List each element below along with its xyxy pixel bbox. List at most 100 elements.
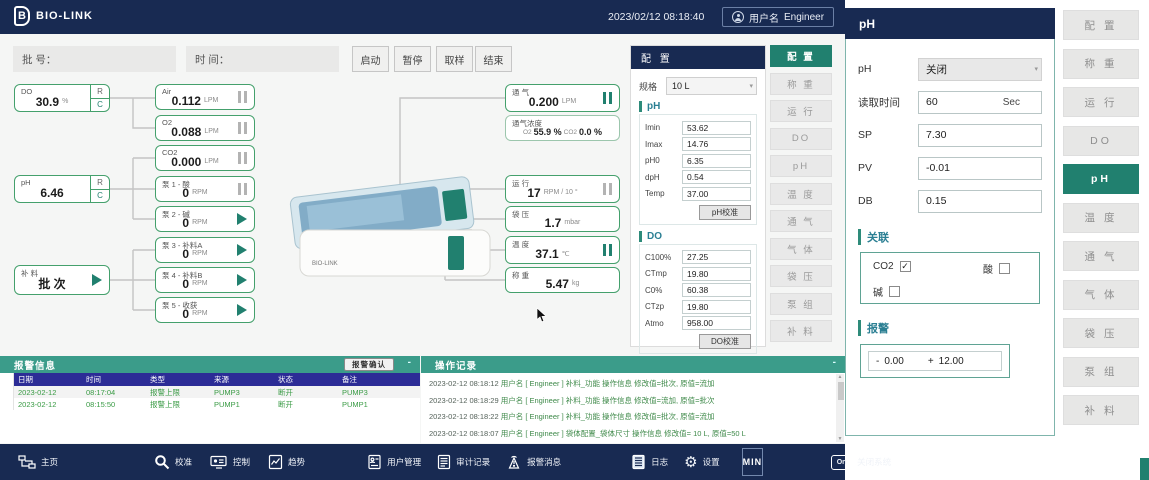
- link-base-option[interactable]: 碱: [873, 284, 900, 299]
- pv-input[interactable]: -0.01: [918, 157, 1042, 180]
- pump4-play-icon[interactable]: [237, 274, 247, 286]
- air-pause-icon[interactable]: [238, 91, 247, 103]
- right-menu-run[interactable]: 运 行: [1063, 87, 1139, 117]
- ph0-input[interactable]: 6.35: [682, 154, 751, 168]
- pump3-play-icon[interactable]: [237, 244, 247, 256]
- alarm-table-row[interactable]: 2023-02-12 08:15:50 报警上限 PUMP1 断开 PUMP1: [0, 398, 420, 410]
- right-menu-ph[interactable]: pH: [1063, 164, 1139, 194]
- time-input[interactable]: 时 间：: [186, 46, 339, 72]
- pump3-feed-a-box[interactable]: 泵 3 - 补料A 0RPM: [155, 237, 255, 263]
- taskbar-settings-button[interactable]: ⚙ 设置: [684, 455, 719, 470]
- do-control-button[interactable]: C: [91, 99, 109, 112]
- run-pause-icon[interactable]: [603, 183, 612, 195]
- co2-checkbox[interactable]: ✓: [900, 261, 911, 272]
- alarm-confirm-button[interactable]: 报警确认: [344, 358, 394, 371]
- ph-reading-box[interactable]: pH 6.46 RC: [14, 175, 110, 203]
- db-input[interactable]: 0.15: [918, 190, 1042, 213]
- alarm-limits-input[interactable]: - 0.00 + 12.00: [868, 351, 1002, 371]
- pump5-play-icon[interactable]: [237, 304, 247, 316]
- feed-play-icon[interactable]: [92, 274, 102, 286]
- link-acid-option[interactable]: 酸: [983, 261, 1010, 276]
- mid-menu-config[interactable]: 配 置: [770, 45, 832, 67]
- aeration-pause-icon[interactable]: [603, 92, 612, 104]
- pump1-pause-icon[interactable]: [238, 183, 247, 195]
- sp-input[interactable]: 7.30: [918, 124, 1042, 147]
- rocking-run-box[interactable]: 运 行 17RPM / 10 °: [505, 175, 620, 203]
- c100-input[interactable]: 27.25: [682, 250, 751, 264]
- batch-number-input[interactable]: 批 号：: [13, 46, 176, 72]
- temperature-box[interactable]: 温 度 37.1℃: [505, 236, 620, 264]
- feed-mode-box[interactable]: 补 料 批 次: [14, 265, 110, 295]
- start-button[interactable]: 启动: [352, 46, 389, 72]
- right-menu-config[interactable]: 配 置: [1063, 10, 1139, 40]
- spec-select[interactable]: 10 L ▾: [666, 77, 757, 95]
- minimize-button[interactable]: MIN: [742, 448, 764, 476]
- air-flow-box[interactable]: Air 0.112LPM: [155, 84, 255, 110]
- shutdown-button[interactable]: On 关闭系统: [831, 455, 891, 470]
- stop-button[interactable]: 结束: [475, 46, 512, 72]
- right-menu-do[interactable]: DO: [1063, 126, 1139, 156]
- base-checkbox[interactable]: [889, 286, 900, 297]
- pump5-harvest-box[interactable]: 泵 5 - 收获 0RPM: [155, 297, 255, 323]
- pump1-acid-box[interactable]: 泵 1 - 酸 0RPM: [155, 176, 255, 202]
- read-time-input[interactable]: 60 Sec: [918, 91, 1042, 114]
- pause-button[interactable]: 暂停: [394, 46, 431, 72]
- dph-input[interactable]: 0.54: [682, 170, 751, 184]
- oplog-scroll-thumb[interactable]: [838, 382, 844, 400]
- mid-menu-aeration[interactable]: 通 气: [770, 210, 832, 232]
- do-reading-box[interactable]: DO 30.9% RC: [14, 84, 110, 112]
- taskbar-audit-button[interactable]: 审计记录: [437, 454, 490, 470]
- taskbar-control-button[interactable]: 控制: [210, 454, 250, 470]
- taskbar-log-button[interactable]: 日志: [631, 454, 668, 470]
- mid-menu-temperature[interactable]: 温 度: [770, 183, 832, 205]
- right-menu-aeration[interactable]: 通 气: [1063, 241, 1139, 271]
- right-menu-feed[interactable]: 补 料: [1063, 395, 1139, 425]
- right-menu-temperature[interactable]: 温 度: [1063, 203, 1139, 233]
- atmo-input[interactable]: 958.00: [682, 316, 751, 330]
- mid-menu-gas[interactable]: 气 体: [770, 238, 832, 260]
- imax-input[interactable]: 14.76: [682, 137, 751, 151]
- taskbar-alarm-button[interactable]: 报警消息: [506, 454, 561, 470]
- ph-control-button[interactable]: C: [91, 190, 109, 203]
- bag-pressure-box[interactable]: 袋 压 1.7mbar: [505, 206, 620, 232]
- alarm-table-row[interactable]: 2023-02-12 08:17:04 报警上限 PUMP3 断开 PUMP3: [0, 386, 420, 398]
- taskbar-home-button[interactable]: 主页: [18, 454, 58, 470]
- mid-menu-ph[interactable]: pH: [770, 155, 832, 177]
- weight-box[interactable]: 称 重 5.47kg: [505, 267, 620, 293]
- right-menu-gas[interactable]: 气 体: [1063, 280, 1139, 310]
- right-menu-pumps[interactable]: 泵 组: [1063, 357, 1139, 387]
- pump2-base-box[interactable]: 泵 2 - 碱 0RPM: [155, 206, 255, 232]
- ctmp-input[interactable]: 19.80: [682, 267, 751, 281]
- do-calibrate-button[interactable]: DO校准: [699, 334, 751, 349]
- taskbar-user-mgmt-button[interactable]: 用户管理: [367, 454, 421, 470]
- right-menu-weigh[interactable]: 称 重: [1063, 49, 1139, 79]
- pump4-feed-b-box[interactable]: 泵 4 - 补料B 0RPM: [155, 267, 255, 293]
- taskbar-calibrate-button[interactable]: 校准: [154, 454, 192, 470]
- imin-input[interactable]: 53.62: [682, 121, 751, 135]
- pump2-play-icon[interactable]: [237, 213, 247, 225]
- mid-menu-feed[interactable]: 补 料: [770, 320, 832, 342]
- c0-input[interactable]: 60.38: [682, 283, 751, 297]
- co2-flow-box[interactable]: CO2 0.000LPM: [155, 145, 255, 171]
- taskbar-trend-button[interactable]: 趋势: [268, 454, 305, 470]
- co2-pause-icon[interactable]: [238, 152, 247, 164]
- mid-menu-pumps[interactable]: 泵 组: [770, 293, 832, 315]
- mid-menu-weigh[interactable]: 称 重: [770, 73, 832, 95]
- ctzp-input[interactable]: 19.80: [682, 300, 751, 314]
- link-co2-option[interactable]: CO2 ✓: [873, 261, 911, 272]
- o2-pause-icon[interactable]: [238, 122, 247, 134]
- mid-menu-do[interactable]: DO: [770, 128, 832, 150]
- ph-remote-button[interactable]: R: [91, 176, 109, 190]
- sample-button[interactable]: 取样: [436, 46, 473, 72]
- gas-concentration-box[interactable]: 通气浓度 O2 55.9 % CO2 0.0 %: [505, 115, 620, 141]
- ph-mode-select[interactable]: 关闭 ▾: [918, 58, 1042, 81]
- ph-temp-input[interactable]: 37.00: [682, 187, 751, 201]
- mid-menu-bag-pressure[interactable]: 袋 压: [770, 265, 832, 287]
- acid-checkbox[interactable]: [999, 263, 1010, 274]
- aeration-box[interactable]: 通 气 0.200LPM: [505, 84, 620, 112]
- temperature-pause-icon[interactable]: [603, 244, 612, 256]
- o2-flow-box[interactable]: O2 0.088LPM: [155, 115, 255, 141]
- do-remote-button[interactable]: R: [91, 85, 109, 99]
- right-menu-bag-pressure[interactable]: 袋 压: [1063, 318, 1139, 348]
- ph-calibrate-button[interactable]: pH校准: [699, 205, 751, 220]
